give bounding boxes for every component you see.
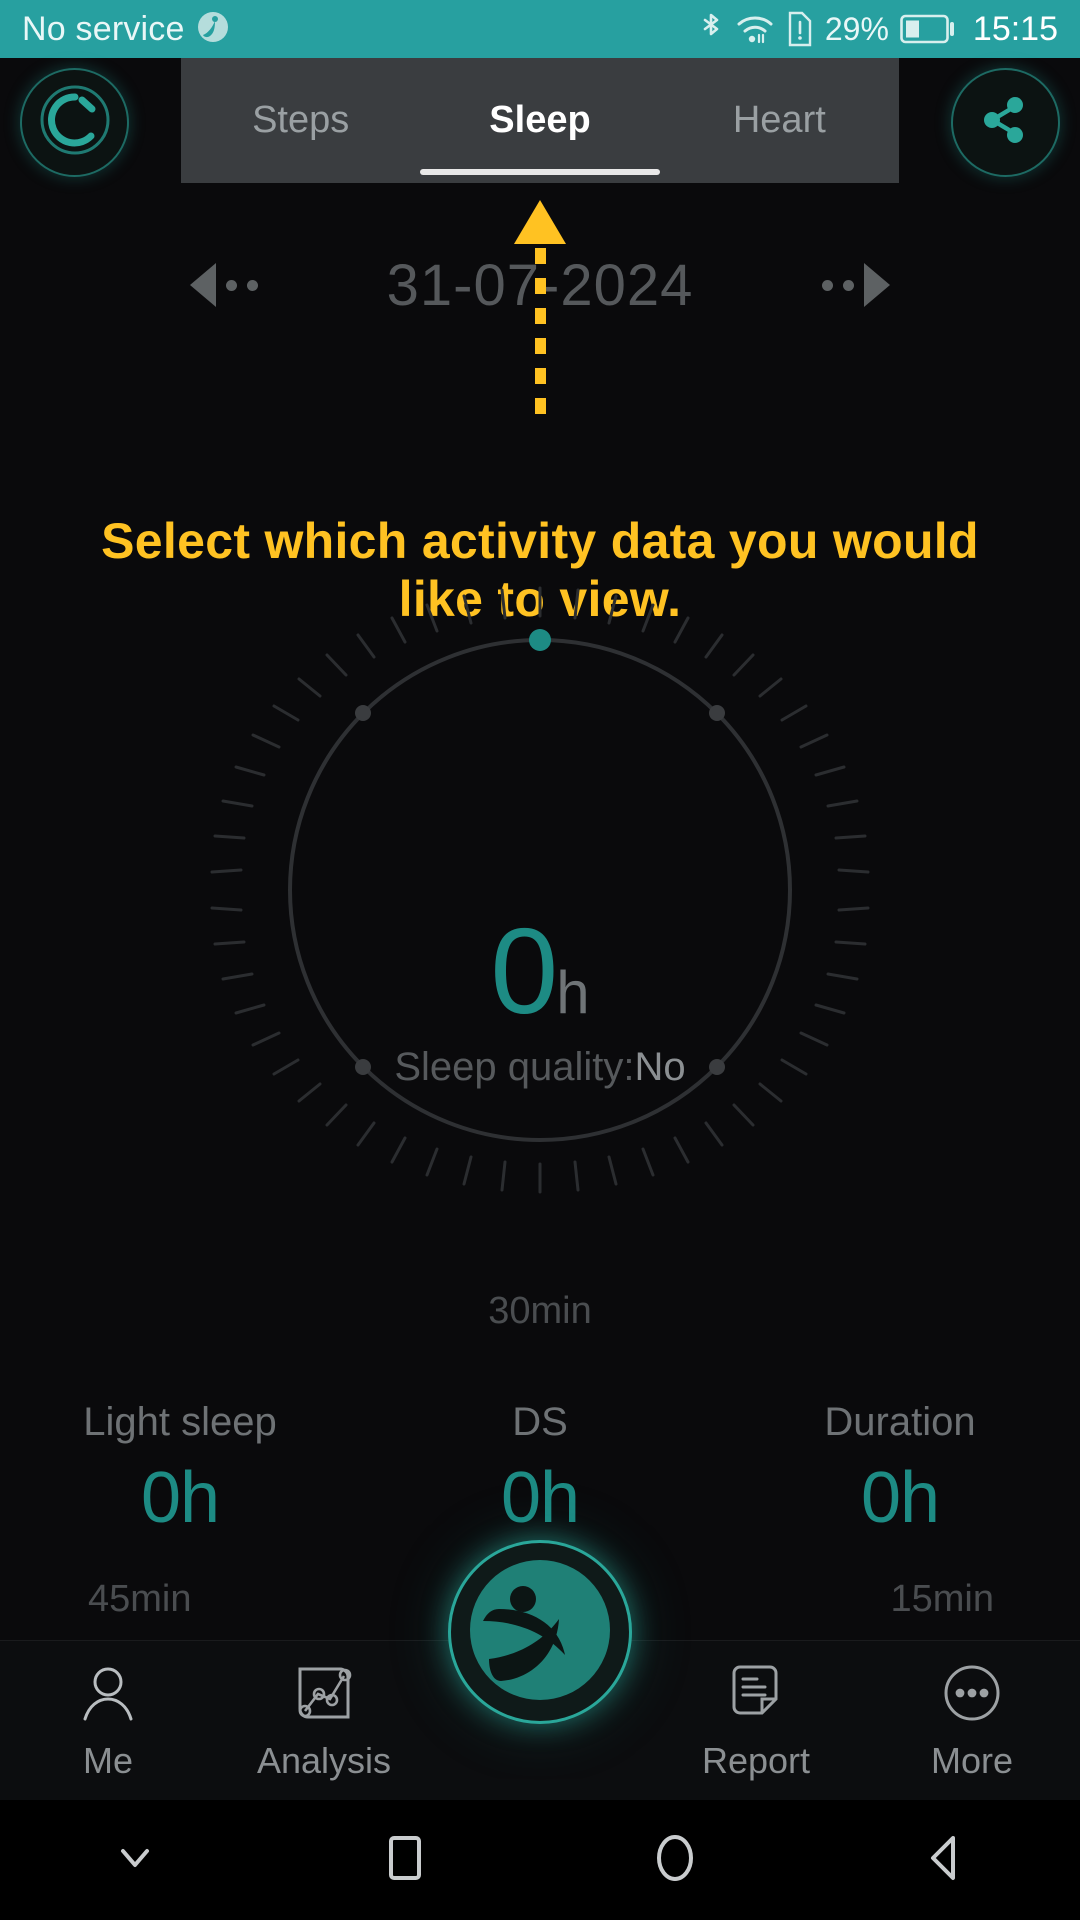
sleep-quality-row: Sleep quality:No <box>0 1045 1080 1090</box>
status-bar: No service 29% 15:15 <box>0 0 1080 58</box>
pointer-dashed-line <box>534 248 546 418</box>
sim-alert-icon <box>786 10 814 48</box>
status-bar-left: No service <box>22 9 231 50</box>
share-button[interactable] <box>951 68 1060 177</box>
hide-keyboard-key[interactable] <box>0 1840 270 1881</box>
tab-steps[interactable]: Steps <box>181 58 420 183</box>
sleep-total-number: 0 <box>490 903 558 1039</box>
sleep-total-value: 0h <box>0 910 1080 1032</box>
chart-box-icon <box>292 1661 356 1730</box>
next-date-button[interactable] <box>822 263 890 307</box>
nav-item-label: Report <box>701 1739 811 1781</box>
circle-icon <box>649 1832 701 1889</box>
bluetooth-icon <box>698 10 724 48</box>
stat-value: 0h <box>140 1458 220 1538</box>
triangle-left-icon <box>919 1832 971 1889</box>
triangle-left-icon <box>190 263 216 307</box>
nav-item-me[interactable]: Me <box>0 1641 216 1801</box>
sleep-quality-value: No <box>634 1045 686 1089</box>
dots-icon <box>822 279 854 291</box>
stat-label: DS <box>512 1400 568 1444</box>
dial-label-30min: 30min <box>488 1290 592 1332</box>
home-key[interactable] <box>540 1832 810 1889</box>
tab-group: Steps Sleep Heart <box>181 58 899 183</box>
share-icon <box>975 89 1037 156</box>
nav-item-label: Analysis <box>256 1739 392 1781</box>
yellow-pointer-arrow <box>514 200 566 418</box>
nav-item-label: More <box>930 1739 1014 1781</box>
app-badge-icon <box>195 9 231 50</box>
person-icon <box>76 1661 140 1730</box>
more-dots-icon <box>940 1661 1004 1730</box>
stat-light-sleep: Light sleep 0h <box>0 1400 360 1580</box>
tab-heart[interactable]: Heart <box>660 58 899 183</box>
square-icon <box>379 1832 431 1889</box>
wifi-icon <box>735 12 775 46</box>
activity-ring-icon <box>38 83 112 162</box>
triangle-right-icon <box>864 263 890 307</box>
stat-label: Light sleep <box>83 1400 277 1444</box>
stat-duration: Duration 0h <box>720 1400 1080 1580</box>
nav-item-report[interactable]: Report <box>648 1641 864 1801</box>
top-tab-bar: Steps Sleep Heart <box>0 58 1080 183</box>
stat-value: 0h <box>860 1458 940 1538</box>
android-navigation-bar <box>0 1800 1080 1920</box>
pointer-triangle-icon <box>514 200 566 244</box>
battery-percent-label: 29% <box>824 10 889 47</box>
nav-item-more[interactable]: More <box>864 1641 1080 1801</box>
nav-item-label: Me <box>82 1739 133 1781</box>
app-logo-button[interactable] <box>448 1540 632 1724</box>
status-bar-right: 29% 15:15 <box>698 10 1058 49</box>
recents-key[interactable] <box>270 1832 540 1889</box>
stat-label: Duration <box>824 1400 976 1444</box>
prev-date-button[interactable] <box>190 263 258 307</box>
tab-sleep[interactable]: Sleep <box>420 58 659 183</box>
nav-item-analysis[interactable]: Analysis <box>216 1641 432 1801</box>
app-logo-icon <box>465 1555 615 1710</box>
clock-label: 15:15 <box>972 9 1058 48</box>
sleep-total-unit: h <box>556 959 590 1026</box>
stat-value: 0h <box>500 1458 580 1538</box>
carrier-label: No service <box>22 9 185 48</box>
activity-ring-button[interactable] <box>20 68 129 177</box>
back-key[interactable] <box>810 1832 1080 1889</box>
battery-icon <box>900 13 956 45</box>
document-icon <box>724 1661 788 1730</box>
dial-label-15min: 15min <box>890 1578 995 1620</box>
chevron-down-icon <box>111 1840 159 1881</box>
dots-icon <box>226 279 258 291</box>
dial-label-45min: 45min <box>88 1578 192 1620</box>
sleep-quality-label: Sleep quality: <box>394 1045 635 1089</box>
